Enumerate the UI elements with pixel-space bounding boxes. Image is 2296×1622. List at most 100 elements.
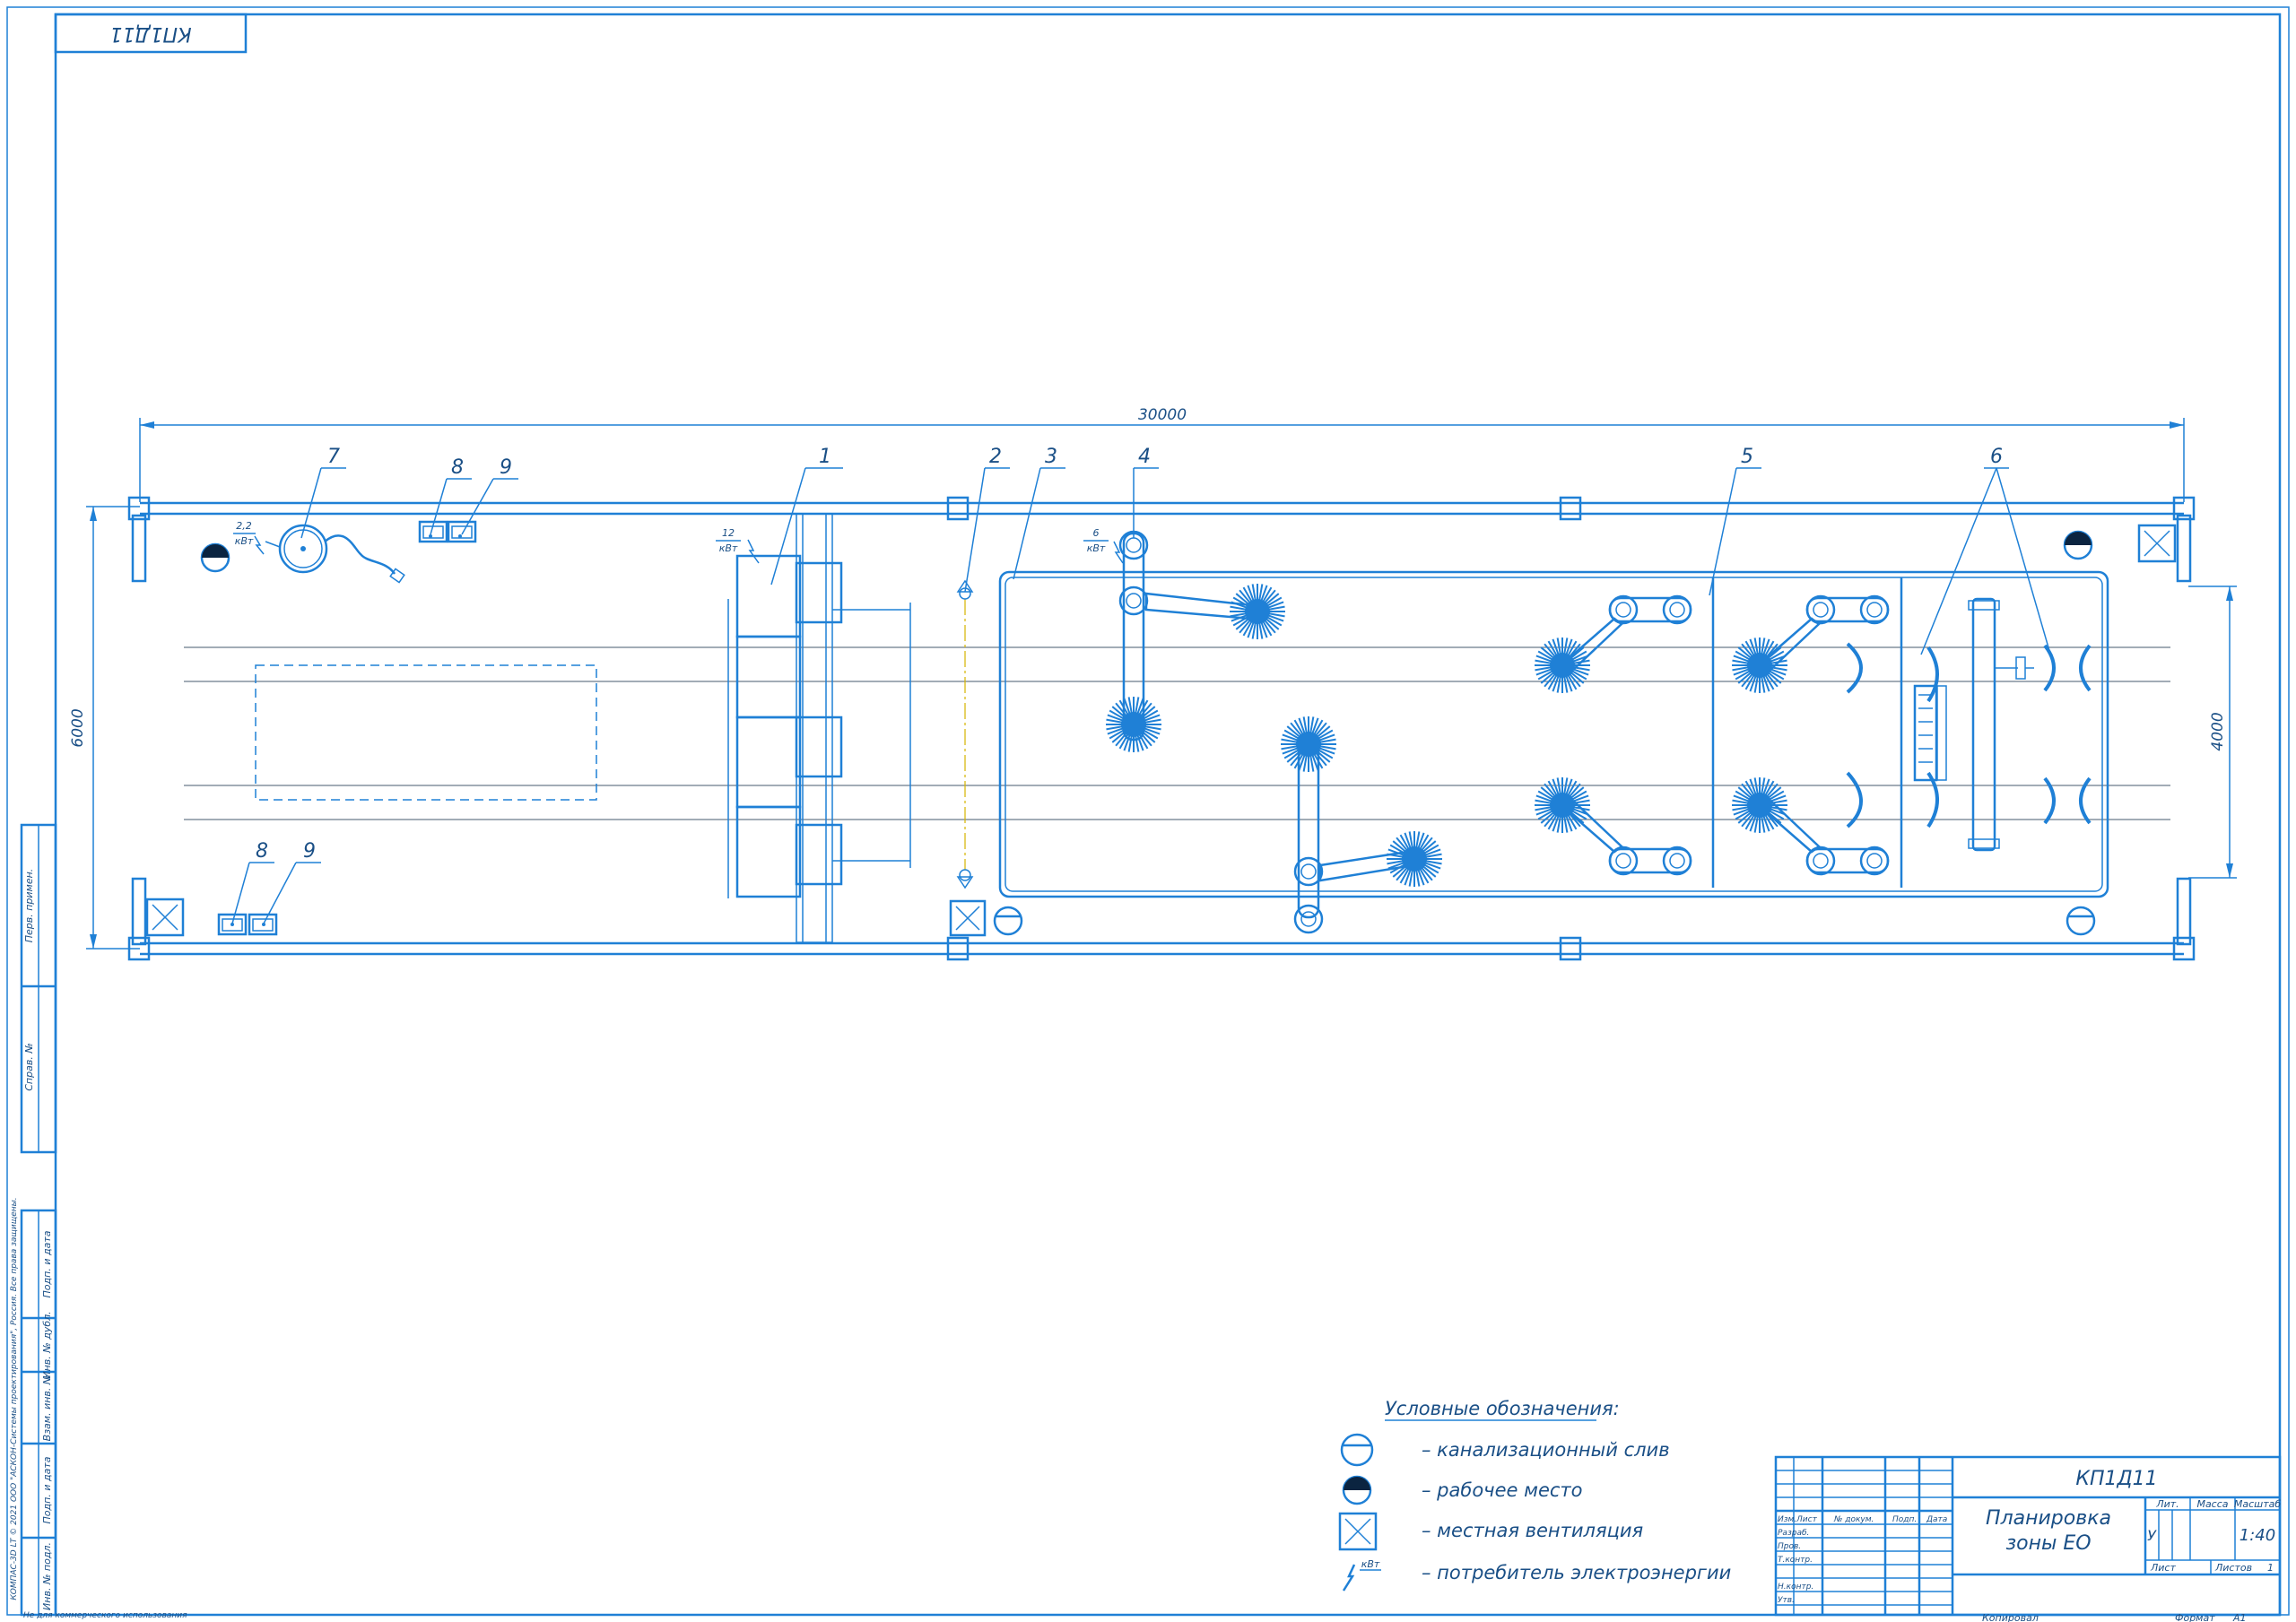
svg-text:9: 9	[303, 840, 316, 863]
control-box-9-top	[447, 520, 477, 543]
tb-role-nkontr: Н.контр.	[1778, 1583, 1813, 1592]
label-podp-data-1: Подп. и дата	[41, 1230, 53, 1297]
svg-text:5: 5	[1741, 446, 1753, 468]
dim-length-text: 30000	[1138, 406, 1187, 424]
brush-arm-lower	[1293, 741, 1410, 934]
dryer-nozzles	[1846, 642, 2092, 828]
tb-role-prov: Пров.	[1778, 1542, 1801, 1551]
title-block: Изм. Лист № докум. Подп. Дата Разраб. Пр…	[1774, 1455, 2281, 1617]
power-consumer-4: 6 кВт	[1083, 527, 1124, 564]
tb-col-list: Лист	[1796, 1515, 1818, 1524]
legend-power-text: – потребитель электроэнергии	[1422, 1562, 1731, 1583]
svg-text:6: 6	[1093, 527, 1100, 539]
label-inv-podl: Инв. № подл.	[41, 1542, 53, 1610]
washing-frame	[998, 570, 2109, 898]
dimension-length: 30000	[139, 406, 2185, 502]
svg-text:12: 12	[722, 527, 735, 539]
building-walls	[131, 501, 2192, 956]
drawing-sheet: КП1Д11 Перв. примен. Справ. № Подп. и да…	[6, 6, 2290, 1622]
legend-title: Условные обозначения:	[1385, 1398, 1620, 1419]
tb-lit-value: У	[2147, 1527, 2157, 1544]
svg-text:2: 2	[989, 446, 1002, 468]
building-columns	[127, 496, 2196, 961]
workplace-symbol	[200, 542, 230, 573]
rotary-brush-icon	[1281, 716, 1336, 772]
ventilation-symbol	[949, 899, 987, 937]
callout-9-bottom: 9	[263, 840, 321, 924]
tb-scale-value: 1:40	[2239, 1526, 2275, 1545]
dryer-gantry	[1913, 597, 2034, 852]
tb-col-dokum: № докум.	[1833, 1515, 1874, 1524]
tb-role-tkontr: Т.контр.	[1778, 1556, 1813, 1565]
svg-text:7: 7	[327, 446, 340, 468]
tb-title-2: зоны ЕО	[2005, 1532, 2091, 1555]
tb-format-label: Формат	[2175, 1612, 2215, 1622]
svg-text:кВт: кВт	[719, 542, 738, 554]
dim-width-left-text: 6000	[69, 708, 87, 747]
tb-scale-label: Масштаб	[2234, 1498, 2281, 1510]
inner-frame	[54, 13, 2282, 1617]
outer-frame	[6, 6, 2290, 1616]
power-consumer-7: 2,2 кВт	[233, 520, 265, 555]
label-perv-primen: Перв. примен.	[23, 869, 35, 943]
svg-text:кВт: кВт	[235, 535, 254, 547]
svg-text:кВт: кВт	[1087, 542, 1106, 554]
tb-format-value: А1	[2232, 1612, 2247, 1622]
svg-text:4: 4	[1138, 446, 1151, 468]
workplace-symbol	[2063, 530, 2093, 560]
hose-reel	[265, 524, 405, 584]
tb-col-podp: Подп.	[1892, 1515, 1917, 1524]
tb-mass-label: Масса	[2196, 1498, 2228, 1510]
copyright-text: КОМПАС-3D LT © 2021 ООО "АСКОН-Системы п…	[10, 1197, 19, 1600]
callout-6: 6	[1920, 446, 2053, 661]
legend-drain-icon	[1340, 1433, 1374, 1467]
tb-role-utv: Утв.	[1778, 1596, 1795, 1605]
rotary-brush-icon	[1230, 584, 1285, 639]
legend-workplace-text: – рабочее место	[1422, 1479, 1582, 1501]
label-inv-dubl: Инв. № дубл.	[41, 1311, 53, 1378]
legend-ventilation-text: – местная вентиляция	[1422, 1520, 1643, 1541]
control-box-9-bottom	[248, 913, 278, 936]
svg-text:8: 8	[256, 840, 268, 863]
vehicle-path	[184, 646, 2170, 820]
dimension-width-right: 4000	[2188, 585, 2237, 879]
tb-sheets-value: 1	[2267, 1562, 2274, 1574]
legend-workplace-icon	[1342, 1475, 1372, 1505]
label-podp-data-2: Подп. и дата	[41, 1456, 53, 1523]
dimension-width-left: 6000	[69, 506, 140, 950]
callout-4: 4	[1133, 446, 1159, 538]
tb-role-razrab: Разраб.	[1778, 1529, 1809, 1538]
sensor-pair	[956, 579, 974, 889]
footer-note: Не для коммерческого использования	[23, 1611, 187, 1620]
svg-text:2,2: 2,2	[236, 520, 252, 532]
wash-gantry	[727, 513, 911, 943]
svg-text:8: 8	[451, 456, 464, 479]
legend-power-icon: кВт	[1342, 1558, 1381, 1592]
tb-lit-label: Лит.	[2155, 1498, 2179, 1510]
top-stamp-text: КП1Д11	[109, 22, 191, 45]
rotary-brushes	[1106, 584, 1787, 887]
tb-col-data: Дата	[1926, 1515, 1947, 1524]
side-strip: Перв. примен. Справ. № Подп. и дата Инв.…	[10, 823, 57, 1617]
label-vzam-inv: Взам. инв. №	[41, 1375, 53, 1442]
legend-ventilation-icon	[1338, 1512, 1378, 1551]
svg-text:кВт: кВт	[1361, 1558, 1380, 1570]
label-sprav: Справ. №	[23, 1043, 35, 1091]
rotary-brush-icon	[1106, 697, 1161, 752]
svg-text:6: 6	[1990, 446, 2003, 468]
legend: Условные обозначения: – канализационный …	[1338, 1398, 1731, 1592]
tb-copied: Копировал	[1982, 1612, 2039, 1622]
rotary-brush-icon	[1387, 831, 1442, 887]
svg-text:1: 1	[819, 446, 831, 468]
tb-sheets-label: Листов	[2214, 1562, 2252, 1574]
drain-symbol	[993, 906, 1023, 936]
callout-7: 7	[300, 446, 346, 539]
tb-sheet-label: Лист	[2150, 1562, 2176, 1574]
callout-3: 3	[1013, 446, 1065, 580]
vehicle-outline	[255, 664, 597, 801]
drain-symbol	[2066, 906, 2096, 936]
callout-8-bottom: 8	[231, 840, 274, 924]
legend-drain-text: – канализационный слив	[1422, 1439, 1670, 1461]
tb-code: КП1Д11	[2075, 1468, 2157, 1490]
svg-text:3: 3	[1045, 446, 1057, 468]
